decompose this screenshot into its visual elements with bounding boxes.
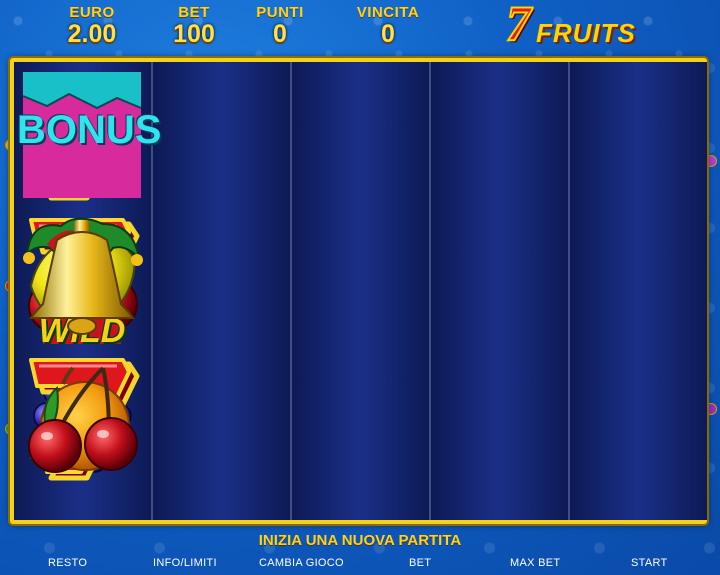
status-message: INIZIA UNA NUOVA PARTITA [258,532,462,549]
reel-3 [292,62,429,520]
info-limiti-button[interactable]: INFO/LIMITI [153,557,217,569]
vincita-label: VINCITA [356,4,420,21]
bell-symbol [17,214,147,344]
bonus-symbol: BONUS [17,68,162,198]
reel-2 [153,62,290,520]
reel-separator [568,62,570,520]
punti-label: PUNTI [256,4,304,21]
euro-value: 2.00 [67,20,117,48]
bonus-caption: BONUS [17,108,162,152]
reel-5 [570,62,707,520]
punti-value: 0 [273,20,287,48]
cambia-gioco-button[interactable]: CAMBIA GIOCO [259,557,344,569]
reel-4 [431,62,568,520]
euro-display: EURO 2.00 [62,4,122,47]
resto-button[interactable]: RESTO [48,557,87,569]
logo-word: FRUITS [536,18,636,48]
reel-frame: WiLD BONUS [10,58,707,524]
vincita-value: 0 [381,20,395,48]
bet-value: 100 [173,20,215,48]
punti-display: PUNTI 0 [248,4,312,47]
logo-seven: 7 [505,0,532,52]
bet-display: BET 100 [162,4,226,47]
cherries-symbol [17,354,147,484]
bet-button[interactable]: BET [409,557,431,569]
max-bet-button[interactable]: MAX BET [510,557,560,569]
euro-label: EURO [69,4,115,21]
vincita-display: VINCITA 0 [348,4,428,47]
reel-separator [290,62,292,520]
start-button[interactable]: START [631,557,668,569]
reel-separator [429,62,431,520]
bet-label: BET [178,4,210,21]
game-logo: 7 FRUITS [505,0,666,54]
